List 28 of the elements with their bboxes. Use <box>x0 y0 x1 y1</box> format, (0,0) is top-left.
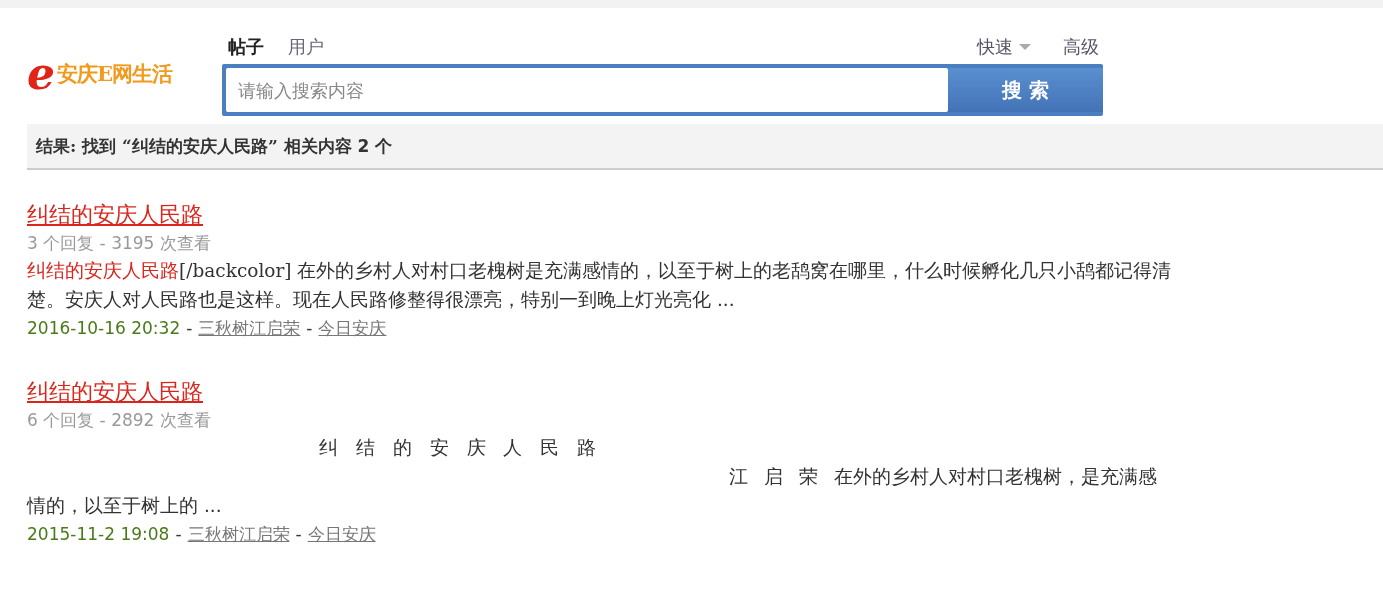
results-summary: 结果: 找到 “纠结的安庆人民路” 相关内容 <box>36 134 352 158</box>
search-tab[interactable]: 帖子 <box>228 31 264 63</box>
result-stats: 3 个回复 - 3195 次查看 <box>27 232 212 255</box>
search-option-link[interactable]: 高级 <box>1063 35 1099 59</box>
author-link[interactable]: 三秋树江启荣 <box>198 314 301 343</box>
dropdown-button[interactable]: 快速 <box>977 35 1031 59</box>
result-count: 2 <box>357 136 370 156</box>
result-excerpt: 情的，以至于树上的 ... <box>27 494 223 518</box>
separator-text: - <box>186 317 193 340</box>
caret-icon <box>1019 44 1031 50</box>
result-title-link[interactable]: 纠结的安庆人民路 <box>27 200 203 230</box>
forum-link[interactable]: 今日安庆 <box>318 314 387 343</box>
forum-link[interactable]: 今日安庆 <box>307 520 376 549</box>
separator-text: - <box>306 317 313 340</box>
result-title-link[interactable]: 纠结的安庆人民路 <box>27 377 203 407</box>
result-stats: 6 个回复 - 2892 次查看 <box>27 409 212 432</box>
result-excerpt: 纠结的安庆人民路[/backcolor] 在外的乡村人对村口老槐树是充满感情的，以至于树上的老鸹窝在哪里，什么时候孵化几只小鸹都记得清楚。安庆人对人民路也是这样。现在人民路修整得很漂亮，特别一到晚上灯光亮化 ... <box>27 259 1173 312</box>
separator-text: - <box>175 523 182 546</box>
author-link[interactable]: 三秋树江启荣 <box>187 520 290 549</box>
search-field[interactable]: 请输入搜索内容 搜 索 <box>222 64 1103 116</box>
result-excerpt: 纠 结 的 安 庆 人 民 路 <box>318 436 598 460</box>
count-unit: 个 <box>375 134 393 158</box>
search-button[interactable]: 搜 索 <box>948 68 1103 112</box>
separator-text: - <box>295 523 302 546</box>
post-date: 2015-11-2 19:08 <box>27 523 170 546</box>
search-tab[interactable]: 用户 <box>288 31 324 63</box>
result-excerpt: 江 启 荣 在外的乡村人对村口老槐树，是充满感 <box>728 465 1158 489</box>
post-date: 2016-10-16 20:32 <box>27 317 181 340</box>
